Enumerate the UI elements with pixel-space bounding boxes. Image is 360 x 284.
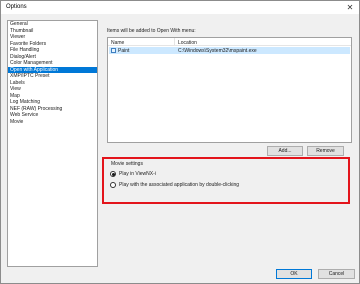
- radio-button[interactable]: [110, 182, 116, 188]
- ok-button[interactable]: OK: [276, 269, 312, 279]
- list-header: Name Location: [108, 38, 351, 46]
- app-location: C:\Windows\System32\mspaint.exe: [178, 48, 257, 54]
- list-item[interactable]: Paint C:\Windows\System32\mspaint.exe: [109, 47, 350, 54]
- remove-button[interactable]: Remove: [307, 146, 344, 156]
- radio-play-associated-app[interactable]: Play with the associated application by …: [110, 182, 239, 188]
- column-header-name[interactable]: Name: [111, 40, 124, 46]
- add-button[interactable]: Add...: [267, 146, 303, 156]
- column-divider[interactable]: [174, 38, 175, 46]
- open-with-caption: Items will be added to Open With menu:: [107, 28, 196, 34]
- radio-button-checked[interactable]: [110, 171, 116, 177]
- radio-play-in-viewnx[interactable]: Play in ViewNX-i: [110, 171, 156, 177]
- movie-settings-title: Movie settings: [111, 161, 143, 167]
- close-icon[interactable]: ✕: [343, 2, 357, 13]
- radio-label[interactable]: Play with the associated application by …: [119, 182, 239, 188]
- application-list[interactable]: Name Location Paint C:\Windows\System32\…: [107, 37, 352, 143]
- category-list[interactable]: General Thumbnail Viewer Favorite Folder…: [7, 20, 98, 267]
- cancel-button[interactable]: Cancel: [318, 269, 355, 279]
- radio-label[interactable]: Play in ViewNX-i: [119, 171, 156, 177]
- app-name: Paint: [118, 48, 130, 54]
- column-header-location[interactable]: Location: [178, 40, 197, 46]
- paint-app-icon: [111, 48, 116, 53]
- options-window: Options ✕ General Thumbnail Viewer Favor…: [0, 0, 360, 284]
- title-bar[interactable]: Options ✕: [1, 1, 359, 14]
- window-title: Options: [6, 4, 27, 10]
- radio-dot: [111, 172, 115, 176]
- sidebar-item-movie[interactable]: Movie: [8, 119, 97, 126]
